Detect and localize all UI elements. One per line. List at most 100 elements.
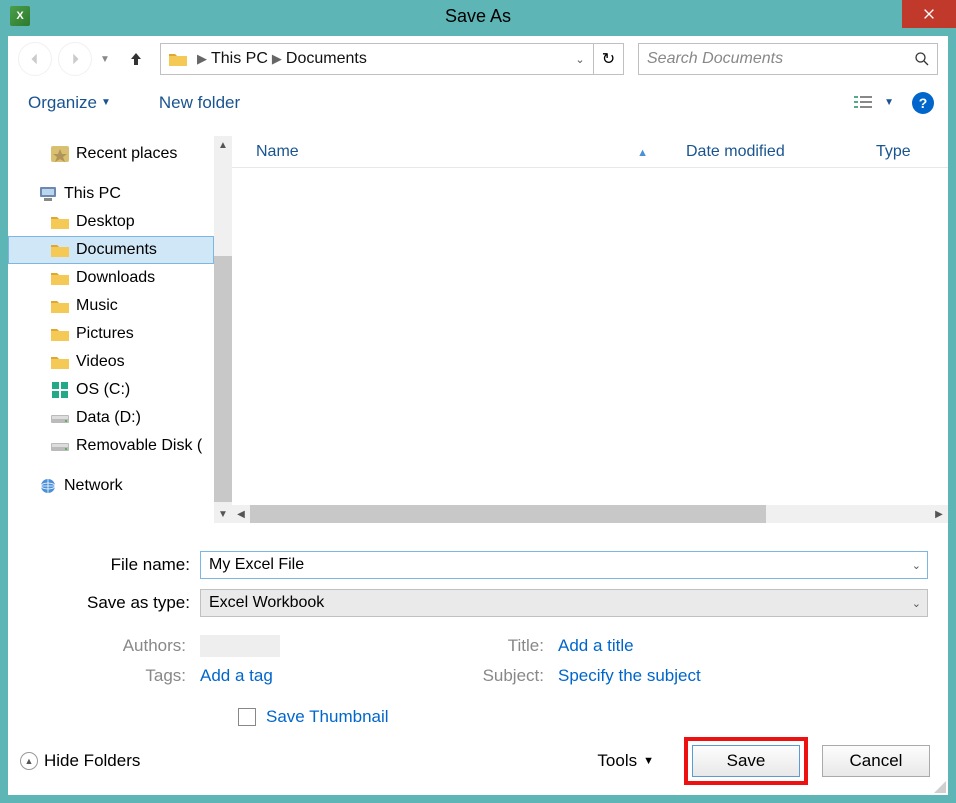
horizontal-scrollbar[interactable]: ◀ ▶ [232,505,948,523]
tree-item-pictures[interactable]: Pictures [8,320,232,348]
folder-icon [167,48,189,70]
organize-label: Organize [28,93,97,113]
savetype-value: Excel Workbook [209,594,324,612]
tree-item-label: Downloads [76,269,155,287]
column-name[interactable]: Name ▲ [232,143,662,161]
computer-icon [38,185,58,203]
search-box[interactable] [638,43,938,75]
chevron-down-icon[interactable]: ⌄ [912,597,921,610]
sidebar-scrollbar-thumb[interactable] [214,256,232,502]
scroll-left-icon[interactable]: ◀ [232,505,250,523]
scrollbar-thumb[interactable] [250,505,766,523]
new-folder-label: New folder [159,93,240,113]
tree-item-label: Videos [76,353,125,371]
column-type[interactable]: Type [852,143,948,161]
new-folder-button[interactable]: New folder [153,89,246,117]
column-label: Type [876,143,911,160]
save-button-highlight: Save [684,737,808,785]
tools-menu[interactable]: Tools ▼ [597,751,654,771]
history-dropdown[interactable]: ▼ [98,54,112,65]
address-dropdown[interactable]: ⌄ [567,44,593,74]
address-bar[interactable]: ▶ This PC ▶ Documents ⌄ ↻ [160,43,624,75]
tree-item-documents[interactable]: Documents [8,236,214,264]
authors-field[interactable] [200,635,280,657]
view-options-icon [854,95,874,111]
column-label: Name [256,143,299,160]
up-button[interactable] [122,45,150,73]
breadcrumb-root[interactable]: This PC [209,50,270,68]
save-thumbnail-checkbox[interactable] [238,708,256,726]
chevron-down-icon[interactable]: ⌄ [912,559,921,572]
tree-item-label: Music [76,297,118,315]
back-button[interactable] [18,42,52,76]
help-button[interactable]: ? [912,92,934,114]
help-icon: ? [919,95,928,111]
cancel-label: Cancel [850,751,903,771]
title-label: Title: [478,636,558,656]
tree-this-pc[interactable]: This PC [8,180,232,208]
tags-label: Tags: [28,666,200,686]
file-list: Name ▲ Date modified Type ◀ ▶ [232,136,948,523]
close-button[interactable] [902,0,956,28]
search-input[interactable] [639,50,907,68]
folder-icon [50,437,70,455]
authors-label: Authors: [28,636,200,656]
tree-item-data-d-[interactable]: Data (D:) [8,404,232,432]
save-button[interactable]: Save [692,745,800,777]
refresh-button[interactable]: ↻ [593,44,623,74]
hide-folders-button[interactable]: ▲ Hide Folders [20,751,140,771]
folder-icon [50,269,70,287]
column-date[interactable]: Date modified [662,143,852,161]
window-title: Save As [0,6,956,27]
tree-item-desktop[interactable]: Desktop [8,208,232,236]
arrow-up-icon [128,51,144,67]
excel-icon: X [10,6,30,26]
folder-icon [50,241,70,259]
folder-icon [50,297,70,315]
scroll-up-icon[interactable]: ▲ [214,136,232,154]
view-dropdown[interactable]: ▼ [884,97,894,108]
arrow-left-icon [28,52,42,66]
resize-grip[interactable] [932,779,946,793]
scroll-down-icon[interactable]: ▼ [214,505,232,523]
save-label: Save [727,751,766,771]
cancel-button[interactable]: Cancel [822,745,930,777]
tree-item-removable-disk-[interactable]: Removable Disk ( [8,432,232,460]
tree-item-label: Recent places [76,145,177,163]
hide-folders-label: Hide Folders [44,751,140,771]
tree-item-music[interactable]: Music [8,292,232,320]
search-icon [907,51,937,67]
tree-item-os-c-[interactable]: OS (C:) [8,376,232,404]
filename-input[interactable]: My Excel File ⌄ [200,551,928,579]
view-options-button[interactable] [850,91,878,115]
folder-icon [50,353,70,371]
navigation-tree: Recent places This PC Desktop Documents Do… [8,136,232,523]
savetype-dropdown[interactable]: Excel Workbook ⌄ [200,589,928,617]
filename-label: File name: [28,555,200,575]
title-bar: X Save As [0,0,956,32]
tree-item-label: Data (D:) [76,409,141,427]
tree-network[interactable]: Network [8,472,232,500]
tree-item-label: Desktop [76,213,135,231]
subject-label: Subject: [478,666,558,686]
collapse-icon: ▲ [20,752,38,770]
breadcrumb-current[interactable]: Documents [284,50,369,68]
tags-field[interactable]: Add a tag [200,666,273,686]
tree-item-downloads[interactable]: Downloads [8,264,232,292]
organize-menu[interactable]: Organize ▼ [22,89,117,117]
scroll-right-icon[interactable]: ▶ [930,505,948,523]
chevron-down-icon: ▼ [643,755,654,767]
tree-item-videos[interactable]: Videos [8,348,232,376]
subject-field[interactable]: Specify the subject [558,666,701,686]
folder-icon [50,213,70,231]
column-headers: Name ▲ Date modified Type [232,136,948,168]
network-icon [38,477,58,495]
folder-icon [50,409,70,427]
folder-icon [50,325,70,343]
close-icon [922,7,936,21]
tree-recent-places[interactable]: Recent places [8,140,232,168]
tree-item-label: Network [64,477,123,495]
forward-button[interactable] [58,42,92,76]
tree-item-label: OS (C:) [76,381,130,399]
title-field[interactable]: Add a title [558,636,634,656]
